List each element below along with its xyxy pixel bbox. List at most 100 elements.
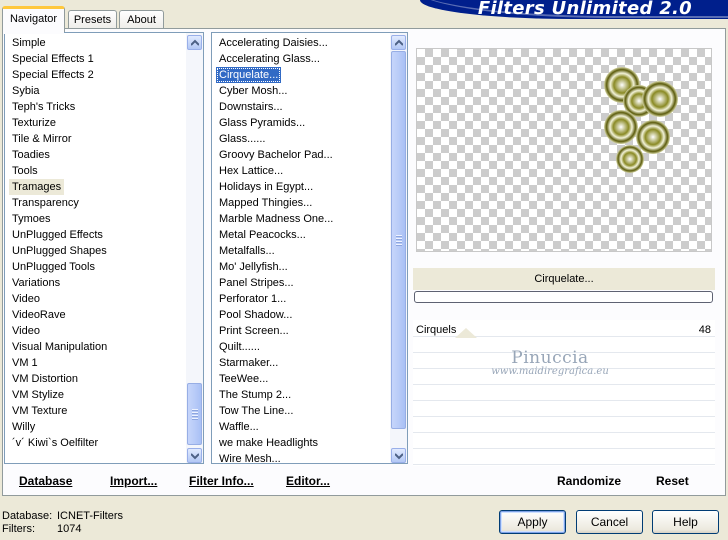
chevron-up-icon [395, 39, 403, 46]
list-item[interactable]: Perforator 1... [216, 291, 289, 307]
list-item[interactable]: UnPlugged Effects [9, 227, 106, 243]
scroll-down-button[interactable] [187, 448, 202, 463]
list-item[interactable]: Mo' Jellyfish... [216, 259, 291, 275]
watermark: Pinuccia www.maidiregrafica.eu [470, 348, 630, 377]
filter-scroll-thumb[interactable] [391, 51, 406, 429]
list-item[interactable]: VM 1 [9, 355, 41, 371]
list-item[interactable]: Texturize [9, 115, 59, 131]
list-item[interactable]: Willy [9, 419, 38, 435]
filter-scrollbar[interactable] [390, 33, 407, 463]
list-item[interactable]: ´v´ Kiwi`s Oelfilter [9, 435, 101, 451]
list-item[interactable]: Video [9, 323, 43, 339]
list-item[interactable]: Panel Stripes... [216, 275, 297, 291]
list-item[interactable]: Hex Lattice... [216, 163, 286, 179]
scroll-up-button[interactable] [391, 35, 406, 50]
list-item[interactable]: Teph's Tricks [9, 99, 78, 115]
param-row-empty [413, 450, 715, 465]
list-item[interactable]: VM Stylize [9, 387, 67, 403]
list-item[interactable]: Tools [9, 163, 41, 179]
list-item[interactable]: Cirquelate... [216, 67, 282, 83]
list-item[interactable]: Toadies [9, 147, 53, 163]
category-scrollbar[interactable] [186, 33, 203, 463]
list-item[interactable]: Tile & Mirror [9, 131, 74, 147]
category-list[interactable]: Simple Special Effects 1 Special Effects 2… [4, 32, 204, 464]
list-item[interactable]: Metal Peacocks... [216, 227, 309, 243]
list-item[interactable]: Marble Madness One... [216, 211, 336, 227]
list-item[interactable]: VideoRave [9, 307, 69, 323]
randomize-button[interactable]: Randomize [557, 474, 621, 488]
list-item[interactable]: Groovy Bachelor Pad... [216, 147, 336, 163]
database-label: Database: [2, 510, 53, 522]
list-item[interactable]: Pool Shadow... [216, 307, 295, 323]
list-item[interactable]: Mapped Thingies... [216, 195, 315, 211]
list-item[interactable]: Special Effects 1 [9, 51, 97, 67]
filter-list[interactable]: Accelerating Daisies... Accelerating Glas… [211, 32, 408, 464]
list-item[interactable]: UnPlugged Tools [9, 259, 98, 275]
slider-indicator-icon [455, 328, 477, 338]
list-item[interactable]: Wire Mesh... [216, 451, 284, 463]
database-button[interactable]: Database [19, 474, 72, 488]
list-item[interactable]: Waffle... [216, 419, 262, 435]
import-button[interactable]: Import... [110, 474, 157, 488]
list-item[interactable]: Tramages [9, 179, 65, 195]
list-item[interactable]: Accelerating Daisies... [216, 35, 331, 51]
progress-bar [414, 291, 713, 303]
filter-info-button[interactable]: Filter Info... [189, 474, 254, 488]
list-item[interactable]: TeeWee... [216, 371, 271, 387]
list-item[interactable]: VM Texture [9, 403, 70, 419]
tab-navigator[interactable]: Navigator [2, 6, 65, 34]
list-item[interactable]: Variations [9, 275, 63, 291]
list-item[interactable]: Visual Manipulation [9, 339, 110, 355]
list-item[interactable]: Video [9, 291, 43, 307]
filter-items: Accelerating Daisies... Accelerating Glas… [212, 33, 390, 463]
watermark-name: Pinuccia [511, 348, 589, 368]
list-item[interactable]: Tow The Line... [216, 403, 296, 419]
parameters-panel: Cirquels 48 [413, 320, 715, 466]
chevron-up-icon [191, 39, 199, 46]
title-banner: Filters Unlimited 2.0 [420, 0, 728, 19]
list-item[interactable]: Glass Pyramids... [216, 115, 308, 131]
list-item[interactable]: we make Headlights [216, 435, 321, 451]
list-item[interactable]: Print Screen... [216, 323, 292, 339]
list-item[interactable]: Accelerating Glass... [216, 51, 323, 67]
list-item[interactable]: The Stump 2... [216, 387, 294, 403]
param-row-empty [413, 402, 715, 417]
watermark-url: www.maidiregrafica.eu [491, 366, 609, 377]
list-item[interactable]: Holidays in Egypt... [216, 179, 316, 195]
cancel-button[interactable]: Cancel [576, 510, 643, 534]
app-title: Filters Unlimited 2.0 [477, 0, 692, 19]
chevron-down-icon [395, 453, 403, 460]
list-item[interactable]: Transparency [9, 195, 82, 211]
category-scroll-thumb[interactable] [187, 383, 202, 445]
database-value: ICNET-Filters [57, 510, 123, 522]
list-item[interactable]: Metalfalls... [216, 243, 278, 259]
help-button[interactable]: Help [652, 510, 719, 534]
list-item[interactable]: Cyber Mosh... [216, 83, 290, 99]
scroll-up-button[interactable] [187, 35, 202, 50]
category-items: Simple Special Effects 1 Special Effects 2… [5, 33, 186, 463]
circle-pattern-thumbnail [604, 67, 678, 173]
param-row-empty [413, 386, 715, 401]
list-item[interactable]: Sybia [9, 83, 43, 99]
list-item[interactable]: Tymoes [9, 211, 54, 227]
list-item[interactable]: Special Effects 2 [9, 67, 97, 83]
apply-button[interactable]: Apply [499, 510, 566, 534]
list-item[interactable]: VM Distortion [9, 371, 81, 387]
param-label: Cirquels [416, 324, 457, 336]
filter-name-bar: Cirquelate... [413, 268, 715, 290]
list-item[interactable]: Downstairs... [216, 99, 286, 115]
list-item[interactable]: Starmaker... [216, 355, 281, 371]
list-item[interactable]: Quilt...... [216, 339, 263, 355]
list-item[interactable]: Simple [9, 35, 49, 51]
chevron-down-icon [191, 453, 199, 460]
param-value[interactable]: 48 [699, 324, 711, 336]
editor-button[interactable]: Editor... [286, 474, 330, 488]
reset-button[interactable]: Reset [656, 474, 689, 488]
filters-label: Filters: [2, 523, 35, 535]
list-item[interactable]: UnPlugged Shapes [9, 243, 110, 259]
selected-filter-name: Cirquelate... [534, 273, 594, 285]
filters-count: 1074 [57, 523, 82, 535]
scroll-down-button[interactable] [391, 448, 406, 463]
preview-image [416, 48, 712, 252]
list-item[interactable]: Glass...... [216, 131, 268, 147]
